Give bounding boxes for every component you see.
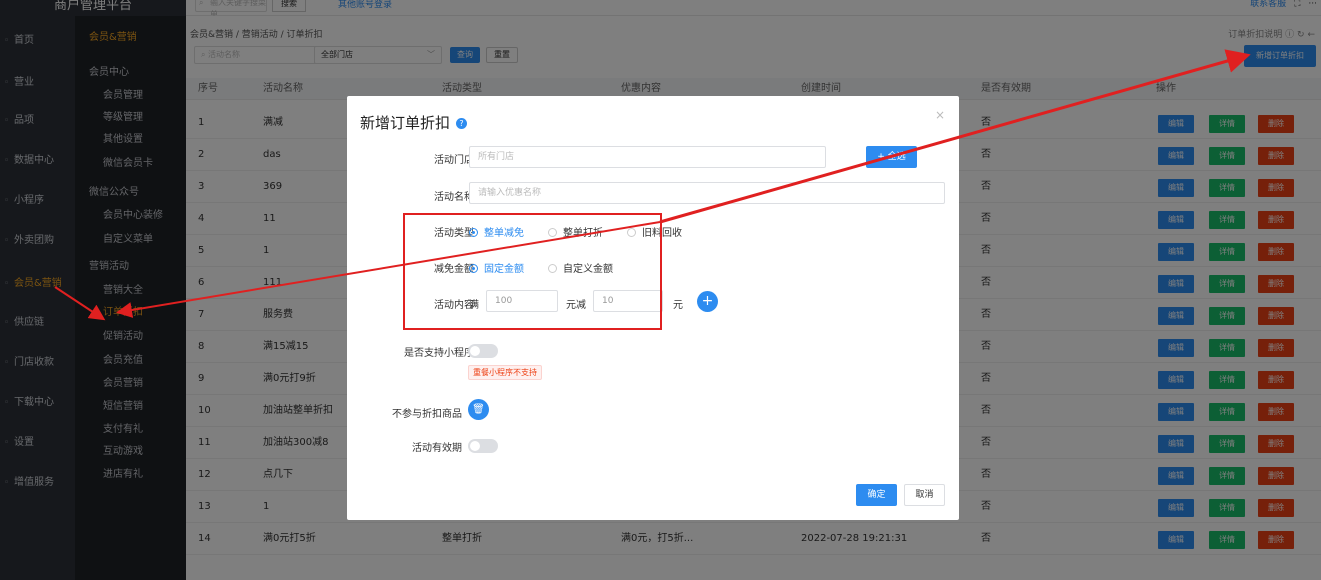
name-field[interactable]: 请输入优惠名称 — [469, 182, 945, 204]
name-label: 活动名称 — [434, 192, 474, 203]
exclude-label: 不参与折扣商品 — [392, 409, 462, 420]
miniapp-label: 是否支持小程序 — [404, 348, 474, 359]
select-all-button[interactable]: + 全选 — [866, 146, 917, 168]
validity-label: 活动有效期 — [412, 443, 462, 454]
annotation-highlight-box — [403, 213, 662, 330]
store-field[interactable]: 所有门店 — [469, 146, 826, 168]
store-label: 活动门店 — [434, 155, 474, 166]
add-rule-button[interactable]: + — [697, 291, 718, 312]
content-suffix: 元 — [673, 300, 683, 311]
validity-toggle[interactable] — [468, 439, 498, 453]
delete-icon[interactable]: 🗑 — [468, 399, 489, 420]
confirm-button[interactable]: 确定 — [856, 484, 897, 506]
close-icon[interactable]: × — [935, 108, 945, 122]
miniapp-toggle[interactable] — [468, 344, 498, 358]
help-icon[interactable]: ? — [456, 118, 468, 129]
cancel-button[interactable]: 取消 — [904, 484, 945, 506]
dialog-title: 新增订单折扣? — [360, 112, 468, 133]
miniapp-warning: 重餐小程序不支持 — [468, 365, 542, 380]
